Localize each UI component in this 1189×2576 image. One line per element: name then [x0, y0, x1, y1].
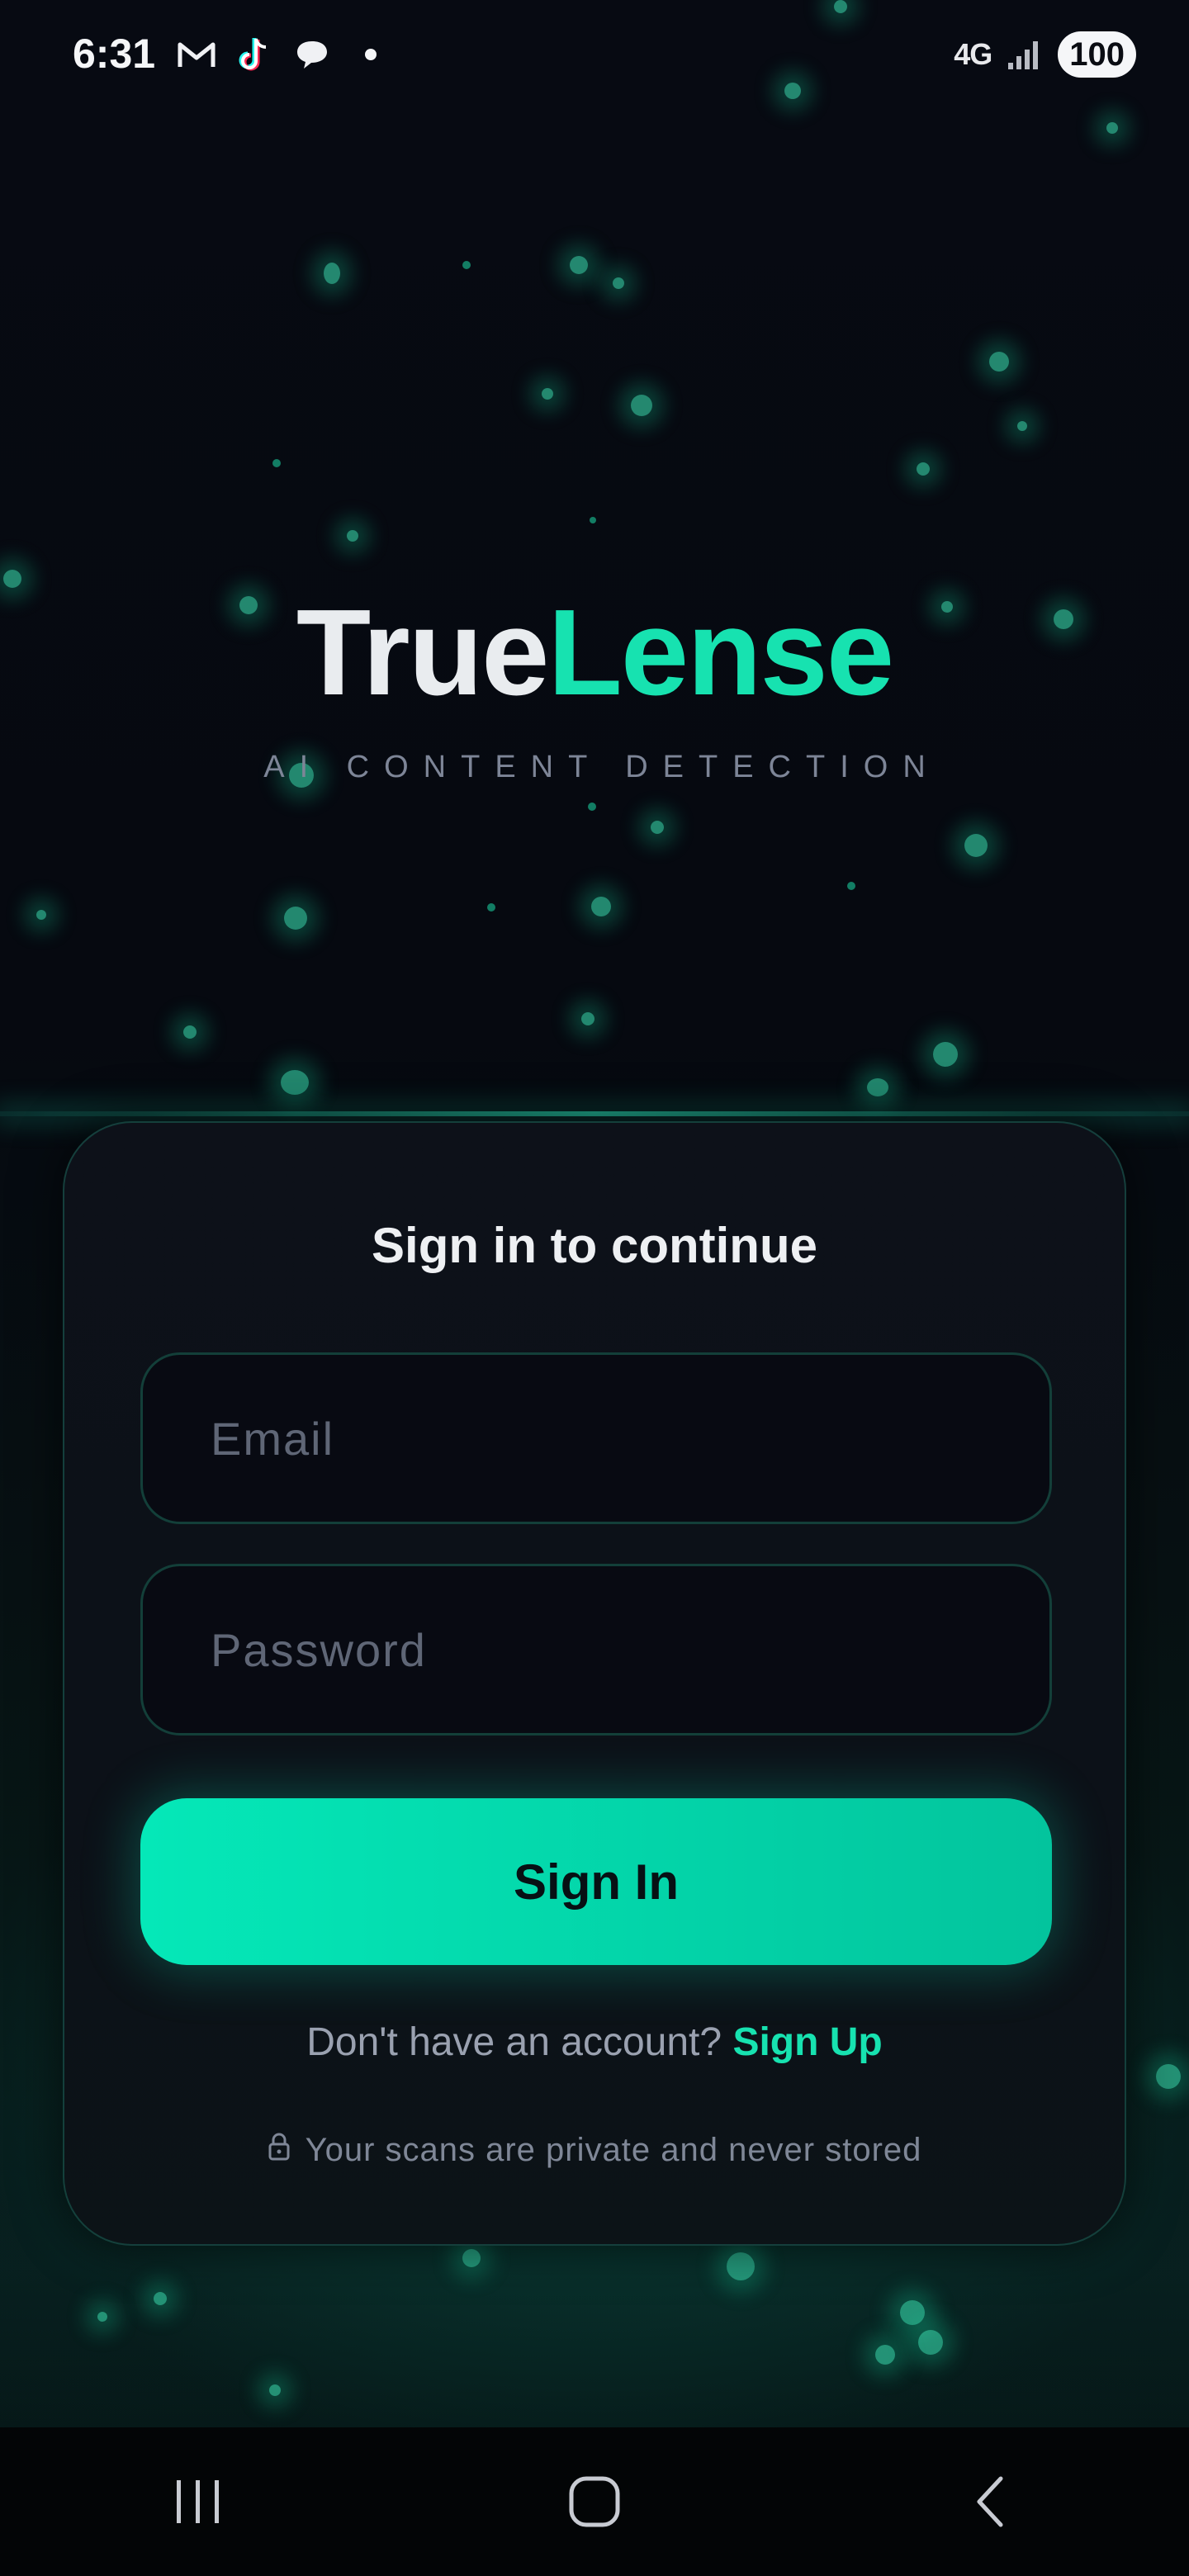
sign-in-card: Sign in to continue Sign In Don't have a…	[63, 1121, 1126, 2246]
status-time: 6:31	[73, 31, 156, 77]
brand-part-true: True	[296, 585, 550, 721]
sign-up-link[interactable]: Sign Up	[732, 2020, 882, 2064]
password-input[interactable]	[211, 1622, 1049, 1677]
signup-prompt-row: Don't have an account? Sign Up	[64, 2020, 1125, 2065]
back-icon[interactable]	[925, 2452, 1057, 2551]
email-input[interactable]	[211, 1411, 1049, 1466]
glow-divider	[0, 1111, 1189, 1116]
tagline: AI CONTENT DETECTION	[263, 750, 940, 784]
notification-icons	[175, 33, 377, 76]
email-field[interactable]	[140, 1352, 1052, 1524]
lock-icon	[268, 2132, 291, 2169]
system-nav-bar	[0, 2427, 1189, 2576]
login-screen: 6:31 4G 100 TrueLense AI CONTENT DETECTI…	[0, 0, 1189, 2576]
sign-in-button[interactable]: Sign In	[140, 1798, 1052, 1965]
password-field[interactable]	[140, 1564, 1052, 1735]
privacy-note-row: Your scans are private and never stored	[64, 2132, 1125, 2169]
status-right: 4G 100	[954, 31, 1136, 78]
app-logo-title: TrueLense	[0, 591, 1189, 715]
network-type: 4G	[954, 37, 992, 71]
signal-icon	[1003, 33, 1046, 76]
tiktok-icon	[233, 33, 276, 76]
home-icon[interactable]	[528, 2452, 661, 2551]
battery-indicator: 100	[1058, 31, 1136, 78]
gmail-icon	[175, 33, 218, 76]
status-bar: 6:31 4G 100	[0, 0, 1189, 112]
privacy-note: Your scans are private and never stored	[305, 2132, 922, 2168]
recent-apps-icon[interactable]	[132, 2452, 264, 2551]
notification-dot	[365, 49, 377, 60]
signup-prompt: Don't have an account?	[306, 2020, 722, 2064]
chat-icon	[291, 33, 334, 76]
card-title: Sign in to continue	[372, 1218, 817, 1273]
brand-part-lense: Lense	[547, 585, 894, 721]
